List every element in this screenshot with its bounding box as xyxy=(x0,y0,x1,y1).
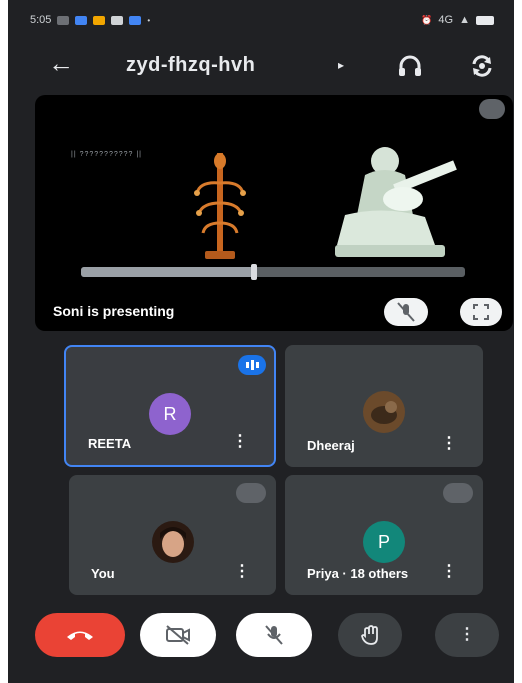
participant-name: REETA xyxy=(88,436,132,451)
switch-camera-button[interactable] xyxy=(468,52,496,80)
progress-knob[interactable] xyxy=(250,264,257,280)
participant-tile-you[interactable]: You ⋮ xyxy=(69,475,276,595)
fullscreen-button[interactable] xyxy=(460,298,502,326)
avatar xyxy=(151,521,194,563)
mic-off-icon xyxy=(397,302,415,322)
participant-name: Priya · 18 others xyxy=(307,566,409,581)
slide-caption: || ??????????? || xyxy=(71,151,142,158)
app-icon xyxy=(93,15,106,25)
meet-screen: 5:05 • ⏰ 4G ▲ ← zyd-fhzq-hvh ▸ || ??????… xyxy=(8,0,514,683)
audio-output-button[interactable] xyxy=(396,52,424,80)
presentation-audio-badge xyxy=(479,99,505,119)
raise-hand-icon xyxy=(361,625,378,645)
more-options-icon: ⋮ xyxy=(459,626,475,643)
call-controls: ⋮ xyxy=(8,605,514,665)
presenter-label: Soni is presenting xyxy=(53,303,175,319)
muted-badge-icon xyxy=(236,483,266,503)
raise-hand-button[interactable] xyxy=(338,613,402,657)
participant-tile-dheeraj[interactable]: Dheeraj ⋮ xyxy=(285,345,483,467)
app-icon xyxy=(75,15,88,25)
signal-icon: ▲ xyxy=(459,14,470,26)
app-icon xyxy=(111,15,124,25)
arrow-left-icon: ← xyxy=(48,48,74,78)
participant-name: Dheeraj xyxy=(307,438,355,453)
muted-badge-icon xyxy=(443,483,473,503)
participant-tile-reeta[interactable]: R REETA ⋮ xyxy=(64,345,276,467)
video-progress-bar[interactable] xyxy=(81,264,465,280)
participant-more-button[interactable]: ⋮ xyxy=(441,561,457,581)
statue-image xyxy=(335,147,457,257)
avatar: P xyxy=(363,521,405,563)
end-call-icon xyxy=(67,631,93,640)
participant-more-button[interactable]: ⋮ xyxy=(441,433,457,453)
notification-icon xyxy=(57,15,70,25)
dot-icon: • xyxy=(147,15,151,25)
alarm-icon: ⏰ xyxy=(421,14,433,25)
progress-fill xyxy=(81,267,254,277)
mute-presentation-button[interactable] xyxy=(384,298,428,326)
chevron-right-icon[interactable]: ▸ xyxy=(338,58,344,72)
more-options-button[interactable]: ⋮ xyxy=(435,613,499,657)
presentation-tile[interactable]: || ??????????? || Soni is presenting xyxy=(35,95,513,331)
mic-off-icon xyxy=(265,625,283,645)
status-bar: 5:05 • ⏰ 4G ▲ xyxy=(8,0,514,40)
camera-toggle-button[interactable] xyxy=(140,613,216,657)
meeting-header: ← zyd-fhzq-hvh ▸ xyxy=(8,40,514,90)
clock: 5:05 xyxy=(30,14,52,26)
end-call-button[interactable] xyxy=(35,613,125,657)
flip-camera-icon xyxy=(472,55,492,77)
microphone-toggle-button[interactable] xyxy=(236,613,312,657)
participant-tile-priya[interactable]: P Priya · 18 others ⋮ xyxy=(285,475,483,595)
fullscreen-icon xyxy=(473,304,489,320)
lamp-image xyxy=(194,153,246,259)
participant-more-button[interactable]: ⋮ xyxy=(234,561,250,581)
headphones-icon xyxy=(399,55,421,76)
meeting-code[interactable]: zyd-fhzq-hvh xyxy=(126,54,255,77)
avatar xyxy=(363,391,405,433)
battery-icon xyxy=(476,15,494,25)
app-icon xyxy=(129,15,142,25)
participant-name: You xyxy=(91,566,115,581)
participant-more-button[interactable]: ⋮ xyxy=(232,431,248,451)
avatar: R xyxy=(149,393,191,435)
back-button[interactable]: ← xyxy=(48,50,74,76)
speaking-indicator-icon xyxy=(238,355,266,375)
camera-off-icon xyxy=(166,625,190,645)
network-label: 4G xyxy=(438,14,454,26)
